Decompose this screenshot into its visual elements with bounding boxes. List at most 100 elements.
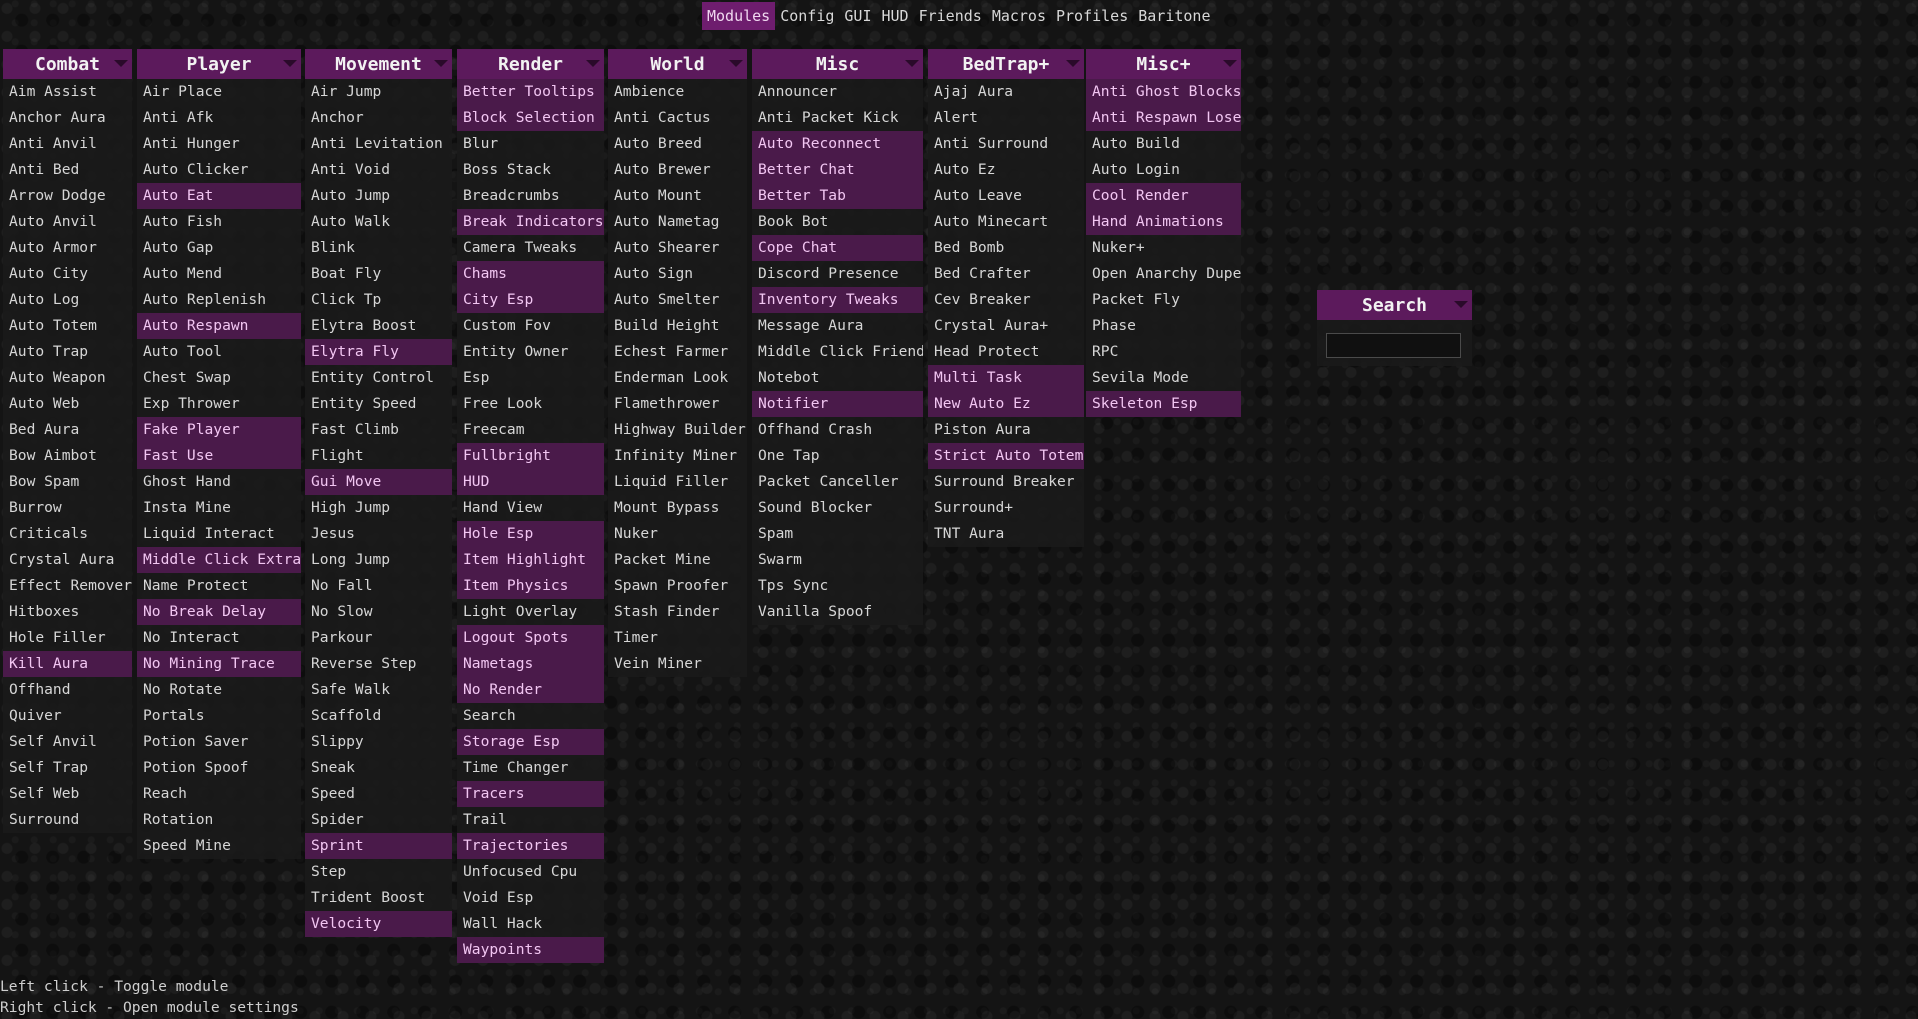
module-potion-spoof[interactable]: Potion Spoof: [137, 755, 301, 781]
module-no-break-delay[interactable]: No Break Delay: [137, 599, 301, 625]
module-strict-auto-totem[interactable]: Strict Auto Totem: [928, 443, 1084, 469]
module-gui-move[interactable]: Gui Move: [305, 469, 452, 495]
module-swarm[interactable]: Swarm: [752, 547, 923, 573]
module-blur[interactable]: Blur: [457, 131, 604, 157]
module-open-anarchy-dupe[interactable]: Open Anarchy Dupe: [1086, 261, 1241, 287]
module-mount-bypass[interactable]: Mount Bypass: [608, 495, 747, 521]
module-spider[interactable]: Spider: [305, 807, 452, 833]
module-auto-armor[interactable]: Auto Armor: [3, 235, 132, 261]
module-one-tap[interactable]: One Tap: [752, 443, 923, 469]
module-echest-farmer[interactable]: Echest Farmer: [608, 339, 747, 365]
module-anti-hunger[interactable]: Anti Hunger: [137, 131, 301, 157]
module-anti-ghost-blocks[interactable]: Anti Ghost Blocks: [1086, 79, 1241, 105]
module-skeleton-esp[interactable]: Skeleton Esp: [1086, 391, 1241, 417]
module-spam[interactable]: Spam: [752, 521, 923, 547]
module-criticals[interactable]: Criticals: [3, 521, 132, 547]
module-elytra-fly[interactable]: Elytra Fly: [305, 339, 452, 365]
module-bow-spam[interactable]: Bow Spam: [3, 469, 132, 495]
module-void-esp[interactable]: Void Esp: [457, 885, 604, 911]
module-build-height[interactable]: Build Height: [608, 313, 747, 339]
module-packet-canceller[interactable]: Packet Canceller: [752, 469, 923, 495]
module-blink[interactable]: Blink: [305, 235, 452, 261]
module-sound-blocker[interactable]: Sound Blocker: [752, 495, 923, 521]
module-middle-click-friend[interactable]: Middle Click Friend: [752, 339, 923, 365]
module-announcer[interactable]: Announcer: [752, 79, 923, 105]
module-auto-log[interactable]: Auto Log: [3, 287, 132, 313]
module-hand-animations[interactable]: Hand Animations: [1086, 209, 1241, 235]
module-flight[interactable]: Flight: [305, 443, 452, 469]
module-fake-player[interactable]: Fake Player: [137, 417, 301, 443]
module-step[interactable]: Step: [305, 859, 452, 885]
module-auto-mount[interactable]: Auto Mount: [608, 183, 747, 209]
module-offhand[interactable]: Offhand: [3, 677, 132, 703]
module-nuker-plus[interactable]: Nuker+: [1086, 235, 1241, 261]
chevron-down-icon[interactable]: [586, 60, 600, 67]
module-auto-fish[interactable]: Auto Fish: [137, 209, 301, 235]
module-trail[interactable]: Trail: [457, 807, 604, 833]
module-tnt-aura[interactable]: TNT Aura: [928, 521, 1084, 547]
module-vein-miner[interactable]: Vein Miner: [608, 651, 747, 677]
module-anti-bed[interactable]: Anti Bed: [3, 157, 132, 183]
module-auto-shearer[interactable]: Auto Shearer: [608, 235, 747, 261]
module-item-highlight[interactable]: Item Highlight: [457, 547, 604, 573]
module-auto-ez[interactable]: Auto Ez: [928, 157, 1084, 183]
module-storage-esp[interactable]: Storage Esp: [457, 729, 604, 755]
module-entity-control[interactable]: Entity Control: [305, 365, 452, 391]
module-auto-nametag[interactable]: Auto Nametag: [608, 209, 747, 235]
module-nametags[interactable]: Nametags: [457, 651, 604, 677]
module-trajectories[interactable]: Trajectories: [457, 833, 604, 859]
module-auto-tool[interactable]: Auto Tool: [137, 339, 301, 365]
module-entity-speed[interactable]: Entity Speed: [305, 391, 452, 417]
module-velocity[interactable]: Velocity: [305, 911, 452, 937]
module-surround-breaker[interactable]: Surround Breaker: [928, 469, 1084, 495]
module-safe-walk[interactable]: Safe Walk: [305, 677, 452, 703]
module-auto-login[interactable]: Auto Login: [1086, 157, 1241, 183]
panel-header-bedtrap-plus[interactable]: BedTrap+: [928, 49, 1084, 79]
module-notifier[interactable]: Notifier: [752, 391, 923, 417]
module-logout-spots[interactable]: Logout Spots: [457, 625, 604, 651]
module-anti-void[interactable]: Anti Void: [305, 157, 452, 183]
module-no-fall[interactable]: No Fall: [305, 573, 452, 599]
module-light-overlay[interactable]: Light Overlay: [457, 599, 604, 625]
module-bed-crafter[interactable]: Bed Crafter: [928, 261, 1084, 287]
module-enderman-look[interactable]: Enderman Look: [608, 365, 747, 391]
module-break-indicators[interactable]: Break Indicators: [457, 209, 604, 235]
module-esp[interactable]: Esp: [457, 365, 604, 391]
chevron-down-icon[interactable]: [1066, 60, 1080, 67]
module-ambience[interactable]: Ambience: [608, 79, 747, 105]
module-anti-cactus[interactable]: Anti Cactus: [608, 105, 747, 131]
module-arrow-dodge[interactable]: Arrow Dodge: [3, 183, 132, 209]
module-slippy[interactable]: Slippy: [305, 729, 452, 755]
module-fast-climb[interactable]: Fast Climb: [305, 417, 452, 443]
module-crystal-aura-plus[interactable]: Crystal Aura+: [928, 313, 1084, 339]
module-better-tooltips[interactable]: Better Tooltips: [457, 79, 604, 105]
module-quiver[interactable]: Quiver: [3, 703, 132, 729]
module-custom-fov[interactable]: Custom Fov: [457, 313, 604, 339]
panel-header-world[interactable]: World: [608, 49, 747, 79]
module-long-jump[interactable]: Long Jump: [305, 547, 452, 573]
module-auto-anvil[interactable]: Auto Anvil: [3, 209, 132, 235]
panel-header-player[interactable]: Player: [137, 49, 301, 79]
module-auto-weapon[interactable]: Auto Weapon: [3, 365, 132, 391]
module-auto-eat[interactable]: Auto Eat: [137, 183, 301, 209]
module-insta-mine[interactable]: Insta Mine: [137, 495, 301, 521]
module-bed-aura[interactable]: Bed Aura: [3, 417, 132, 443]
module-cope-chat[interactable]: Cope Chat: [752, 235, 923, 261]
module-waypoints[interactable]: Waypoints: [457, 937, 604, 963]
module-kill-aura[interactable]: Kill Aura: [3, 651, 132, 677]
module-hud[interactable]: HUD: [457, 469, 604, 495]
module-sneak[interactable]: Sneak: [305, 755, 452, 781]
module-anti-respawn-lose[interactable]: Anti Respawn Lose: [1086, 105, 1241, 131]
tab-modules[interactable]: Modules: [702, 2, 776, 30]
module-fullbright[interactable]: Fullbright: [457, 443, 604, 469]
panel-header-render[interactable]: Render: [457, 49, 604, 79]
module-auto-jump[interactable]: Auto Jump: [305, 183, 452, 209]
module-hand-view[interactable]: Hand View: [457, 495, 604, 521]
module-camera-tweaks[interactable]: Camera Tweaks: [457, 235, 604, 261]
module-bed-bomb[interactable]: Bed Bomb: [928, 235, 1084, 261]
module-effect-remover[interactable]: Effect Remover: [3, 573, 132, 599]
module-new-auto-ez[interactable]: New Auto Ez: [928, 391, 1084, 417]
module-elytra-boost[interactable]: Elytra Boost: [305, 313, 452, 339]
module-city-esp[interactable]: City Esp: [457, 287, 604, 313]
module-multi-task[interactable]: Multi Task: [928, 365, 1084, 391]
